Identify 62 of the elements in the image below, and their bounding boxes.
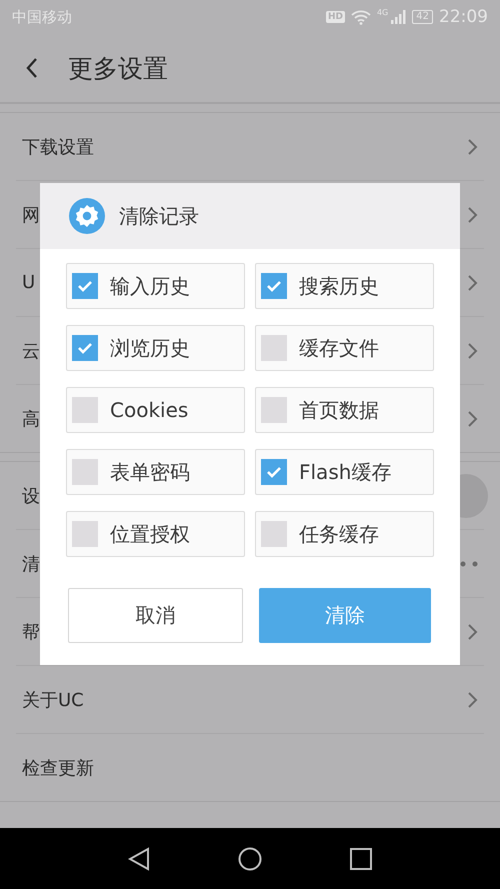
chevron-icon [468,274,478,290]
home-nav-icon[interactable] [238,846,262,870]
cancel-button[interactable]: 取消 [68,588,242,643]
settings-item[interactable]: U [22,272,36,293]
option-label: 表单密码 [110,458,190,486]
settings-item[interactable]: 帮 [22,620,40,644]
more-icon [460,560,478,566]
settings-item[interactable]: 网 [22,202,40,226]
checkbox[interactable] [261,273,287,299]
option-tile[interactable]: Flash缓存 [255,449,434,495]
checkbox[interactable] [72,335,98,361]
checkbox[interactable] [261,459,287,485]
check-icon [77,342,93,354]
chevron-icon [468,410,478,426]
option-tile[interactable]: 任务缓存 [255,511,434,557]
settings-item[interactable]: 下载设置 [22,134,94,158]
option-tile[interactable]: 浏览历史 [66,325,245,371]
option-tile[interactable]: 首页数据 [255,387,434,433]
option-label: 缓存文件 [299,334,379,362]
dialog-title: 清除记录 [119,202,199,230]
settings-item[interactable]: 设 [22,484,40,508]
checkbox[interactable] [72,397,98,423]
chevron-icon [468,138,478,154]
check-icon [77,280,93,292]
option-label: 浏览历史 [110,334,190,362]
settings-item[interactable]: 清 [22,552,40,576]
recents-nav-icon[interactable] [350,848,372,870]
option-label: 任务缓存 [299,520,379,548]
option-label: 首页数据 [299,396,379,424]
check-icon [266,466,282,478]
page-title: 更多设置 [68,52,168,84]
checkbox[interactable] [72,521,98,547]
option-tile[interactable]: 表单密码 [66,449,245,495]
check-icon [266,280,282,292]
chevron-icon [468,206,478,222]
settings-item[interactable]: 关于UC [22,688,84,712]
option-tile[interactable]: Cookies [66,387,245,433]
wifi-icon [350,9,371,25]
settings-item[interactable]: 检查更新 [22,756,94,780]
checkbox[interactable] [261,397,287,423]
checkbox[interactable] [261,335,287,361]
option-tile[interactable]: 输入历史 [66,263,245,309]
chevron-icon [468,692,478,708]
checkbox[interactable] [72,273,98,299]
back-nav-icon[interactable] [128,846,150,870]
option-label: Cookies [110,398,188,422]
option-label: 位置授权 [110,520,190,548]
chevron-icon [468,342,478,358]
gear-icon [69,198,105,234]
option-label: Flash缓存 [299,458,392,486]
back-icon[interactable] [26,57,38,79]
option-tile[interactable]: 位置授权 [66,511,245,557]
checkbox[interactable] [72,459,98,485]
checkbox[interactable] [261,521,287,547]
settings-item[interactable]: 高 [22,406,40,430]
option-label: 搜索历史 [299,272,379,300]
option-tile[interactable]: 搜索历史 [255,263,434,309]
signal-icon [390,9,406,25]
settings-item[interactable]: 云 [22,338,40,362]
option-label: 输入历史 [110,272,190,300]
chevron-icon [468,624,478,640]
option-tile[interactable]: 缓存文件 [255,325,434,371]
